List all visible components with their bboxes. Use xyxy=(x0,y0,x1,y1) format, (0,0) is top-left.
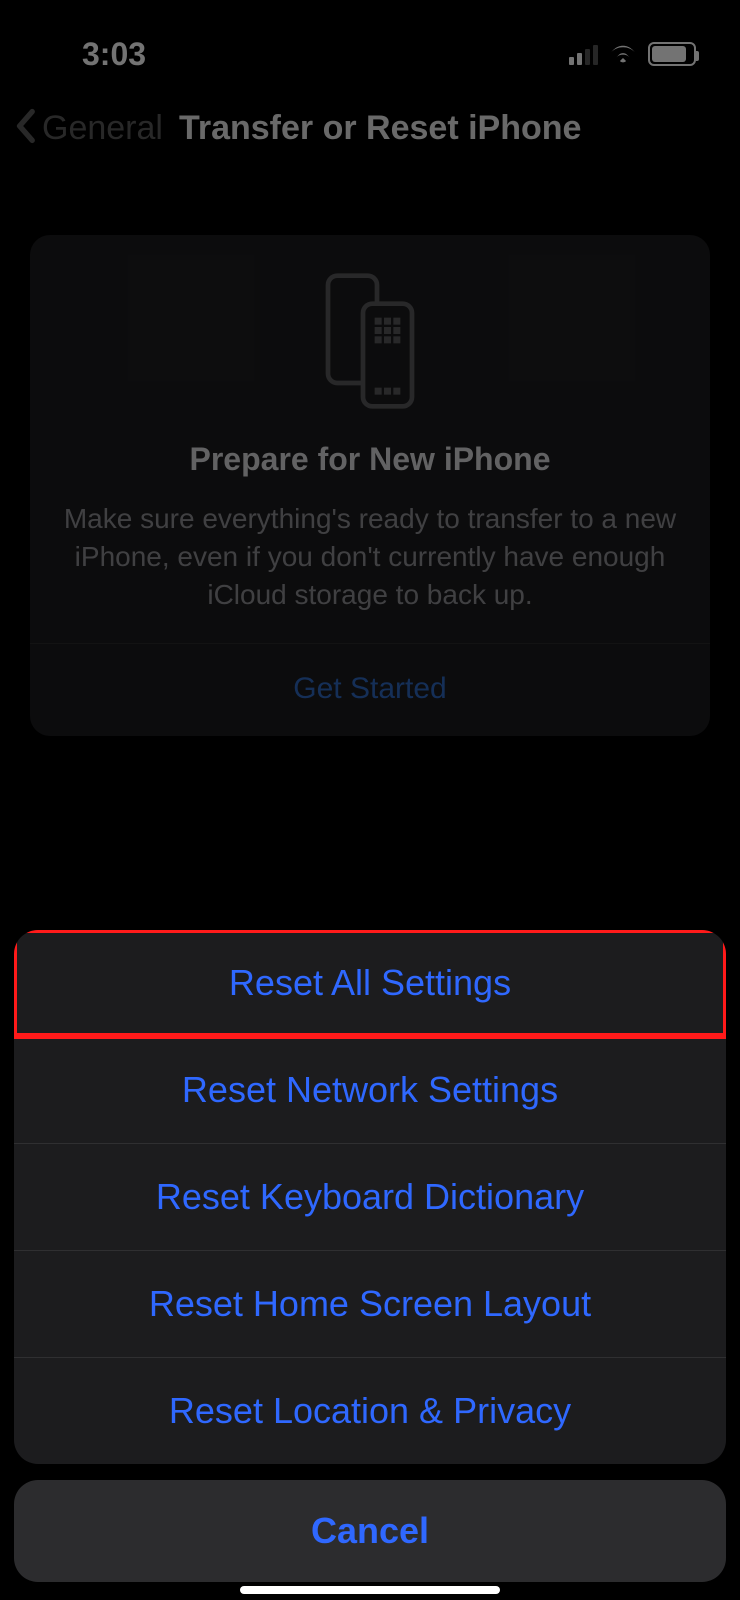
status-icons xyxy=(569,41,696,68)
battery-icon xyxy=(648,42,696,66)
cancel-button[interactable]: Cancel xyxy=(14,1480,726,1582)
prepare-card-body: Make sure everything's ready to transfer… xyxy=(50,500,690,643)
back-chevron-icon[interactable] xyxy=(14,108,36,149)
nav-header: General Transfer or Reset iPhone xyxy=(0,80,740,159)
transfer-phones-icon xyxy=(50,271,690,411)
back-button-label[interactable]: General xyxy=(42,109,163,148)
reset-action-sheet: Reset All Settings Reset Network Setting… xyxy=(14,930,726,1582)
reset-all-settings-option[interactable]: Reset All Settings xyxy=(14,930,726,1036)
prepare-card-title: Prepare for New iPhone xyxy=(50,441,690,478)
reset-options-group: Reset All Settings Reset Network Setting… xyxy=(14,930,726,1464)
status-time: 3:03 xyxy=(82,36,146,73)
cellular-signal-icon xyxy=(569,43,598,65)
get-started-button[interactable]: Get Started xyxy=(50,644,690,736)
home-indicator[interactable] xyxy=(240,1586,500,1594)
reset-home-screen-layout-option[interactable]: Reset Home Screen Layout xyxy=(14,1250,726,1357)
reset-network-settings-option[interactable]: Reset Network Settings xyxy=(14,1036,726,1143)
reset-location-privacy-option[interactable]: Reset Location & Privacy xyxy=(14,1357,726,1464)
reset-keyboard-dictionary-option[interactable]: Reset Keyboard Dictionary xyxy=(14,1143,726,1250)
prepare-card: Prepare for New iPhone Make sure everyth… xyxy=(30,235,710,736)
wifi-icon xyxy=(608,41,638,68)
status-bar: 3:03 xyxy=(0,0,740,80)
page-title: Transfer or Reset iPhone xyxy=(179,109,581,148)
